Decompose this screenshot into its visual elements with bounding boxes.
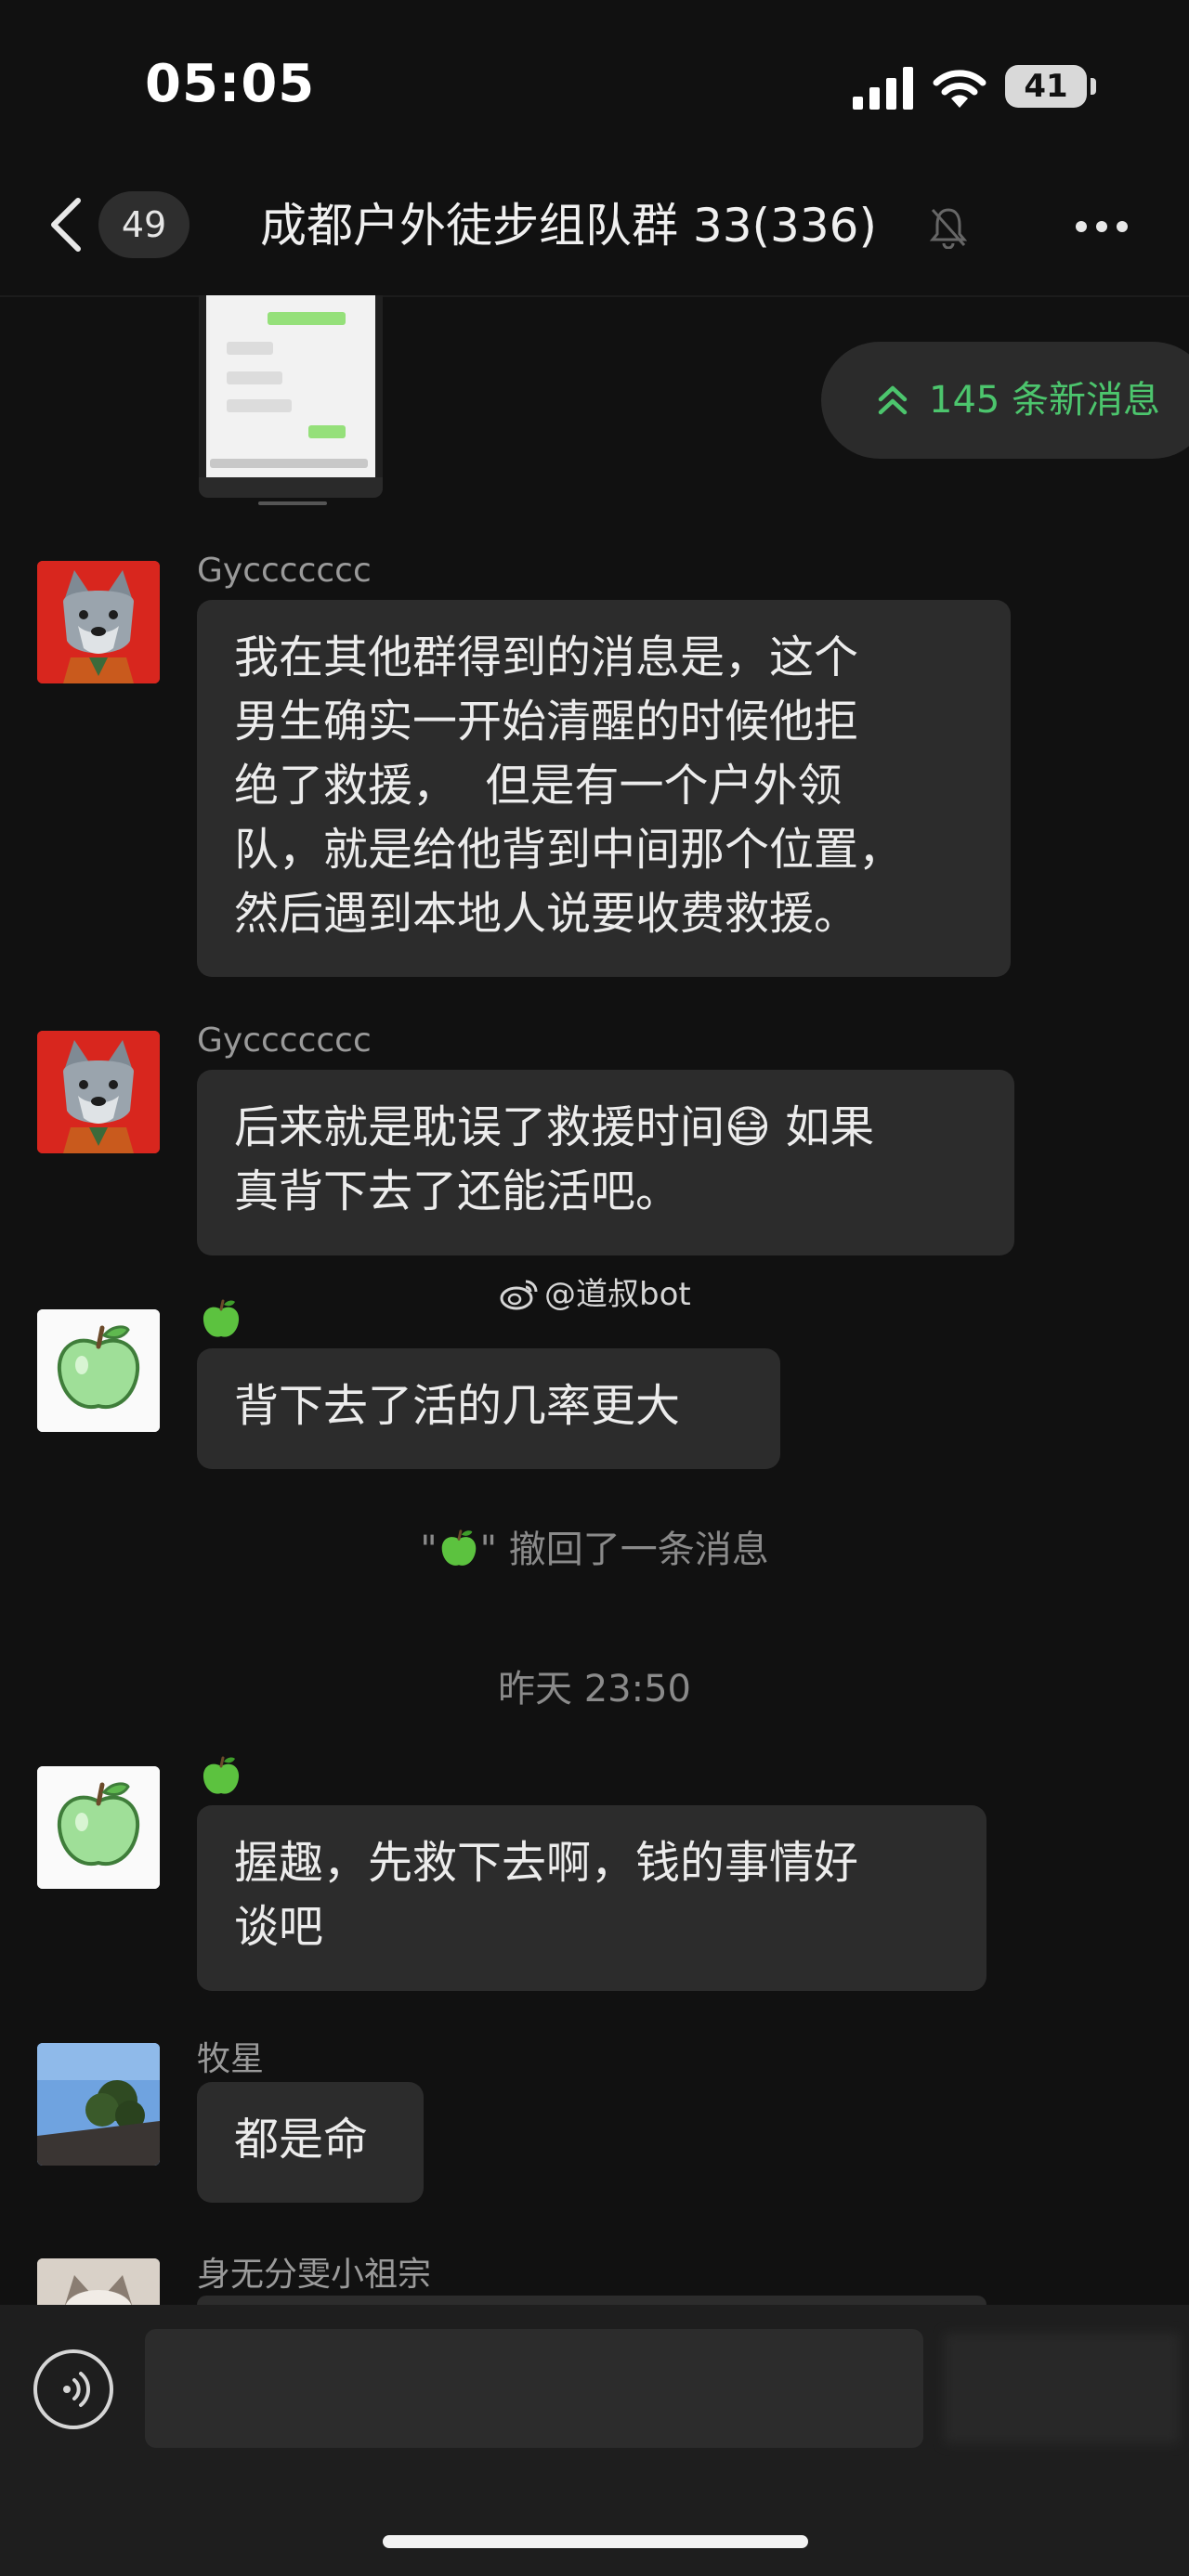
wolf-avatar-icon [37,1031,160,1153]
message-bubble[interactable] [197,2296,986,2305]
voice-icon [63,2372,91,2407]
message-line: 男生确实一开始清醒的时候他拒 [234,696,859,748]
status-time: 05:05 [145,54,316,114]
sender-name [199,1296,243,1341]
tree-sky-avatar-icon [37,2043,160,2166]
message-bubble[interactable]: 背下去了活的几率更大 [197,1348,780,1469]
chat-title: 成都户外徒步组队群 33(336) [260,199,877,253]
sender-name: 牧星 [197,2040,265,2078]
message-bubble[interactable]: 都是命 [197,2082,424,2203]
wolf-avatar-icon [37,561,160,683]
mute-bell-icon [929,208,968,249]
timestamp-divider: 昨天 23:50 [498,1668,691,1711]
battery-level: 41 [1024,68,1068,105]
avatar[interactable] [37,1309,160,1432]
message-line: 真背下去了还能活吧。 [234,1165,681,1217]
battery-icon: 41 [1005,65,1096,108]
new-messages-button[interactable]: 145 条新消息 [821,342,1189,459]
double-chevron-up-icon [878,385,908,415]
message-line: 握趣，先救下去啊，钱的事情好 [234,1837,859,1889]
avatar[interactable] [37,1766,160,1889]
message-line: 后来就是耽误了救援时间😷 如果 [234,1101,875,1153]
message-bubble[interactable]: 后来就是耽误了救援时间😷 如果 真背下去了还能活吧。 [197,1070,1014,1255]
avatar[interactable] [37,2043,160,2166]
message-line: 都是命 [234,2114,369,2166]
avatar[interactable] [37,2258,160,2305]
message-input[interactable] [145,2329,923,2448]
header-divider [0,295,1189,297]
message-bubble[interactable]: 握趣，先救下去啊，钱的事情好 谈吧 [197,1805,986,1991]
wifi-icon [933,70,986,108]
voice-input-button[interactable] [33,2349,113,2429]
avatar[interactable] [37,561,160,683]
message-line: 我在其他群得到的消息是，这个 [234,631,859,683]
message-line: 队，就是给他背到中间那个位置， [234,824,904,876]
home-indicator[interactable] [383,2535,808,2548]
cellular-signal-icon [853,67,914,110]
sender-name: Gyccccccc [197,552,372,590]
recall-text: " 撤回了一条消息 [479,1529,769,1571]
back-chevron-icon[interactable] [45,197,87,253]
sender-name: 身无分雯小祖宗 [197,2256,432,2294]
unread-count-badge[interactable]: 49 [98,191,189,258]
watermark: @道叔bot [500,1268,691,1314]
sender-name: Gyccccccc [197,1021,372,1060]
message-line: 然后遇到本地人说要收费救援。 [234,888,859,940]
blurred-input-actions [944,2333,1180,2444]
message-line: 背下去了活的几率更大 [234,1380,681,1432]
apple-avatar-icon [37,1766,160,1889]
message-line: 绝了救援， 但是有一个户外领 [234,760,843,812]
avatar[interactable] [37,1031,160,1153]
recall-notice: " " 撤回了一条消息 [0,1519,1189,1573]
weibo-logo-icon [500,1280,538,1310]
new-messages-label: 145 条新消息 [929,379,1161,422]
more-options-icon[interactable] [1074,215,1130,238]
sender-name [199,1753,243,1798]
recall-quote-open: " [420,1529,438,1571]
image-message-handle [258,501,327,505]
image-message-thumbnail[interactable] [199,295,383,498]
green-apple-emoji-icon [203,1756,240,1794]
cat-avatar-icon [37,2258,160,2305]
apple-avatar-icon [37,1309,160,1432]
message-bubble[interactable]: 我在其他群得到的消息是，这个 男生确实一开始清醒的时候他拒 绝了救援， 但是有一… [197,600,1011,977]
green-apple-emoji-icon [203,1299,240,1337]
message-line: 谈吧 [234,1901,324,1953]
watermark-text: @道叔bot [544,1276,691,1313]
green-apple-emoji-icon [441,1529,476,1566]
